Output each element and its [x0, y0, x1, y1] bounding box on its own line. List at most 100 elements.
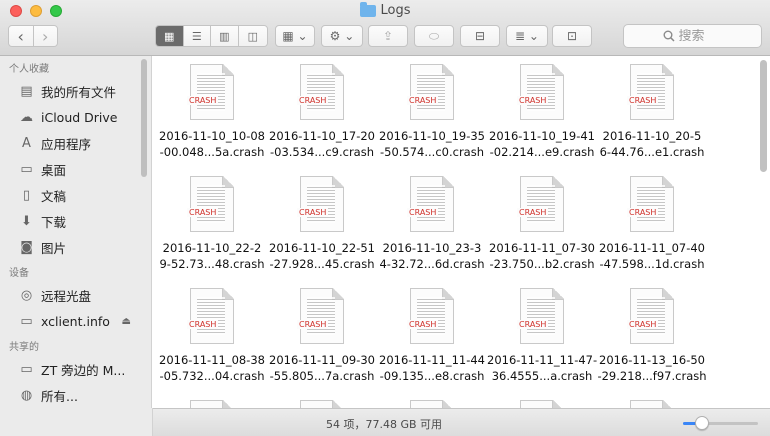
sidebar-section-header: 共享的: [9, 342, 39, 353]
status-bar: 54 项，77.48 GB 可用: [153, 408, 770, 436]
sidebar-item[interactable]: ▤ 我的所有文件: [0, 78, 151, 104]
file-name-line1: 2016-11-10_22-2: [162, 241, 262, 255]
sidebar-item-label: iCloud Drive: [41, 109, 118, 125]
nav-buttons: ‹ ›: [8, 25, 58, 47]
crash-file-icon: CRASH: [627, 288, 674, 344]
file-item[interactable]: [377, 400, 487, 408]
crash-file-icon: CRASH: [407, 288, 454, 344]
sidebar-item[interactable]: ◙ 图片: [0, 234, 151, 260]
finder-window: Logs ‹ › ▦ ☰ ▥ ◫ ▦ ⌄ ⚙ ⌄ ⇪ ⬭ ⊟ ≣ ⌄ ⊡ 搜索 …: [0, 0, 770, 436]
crash-tag: CRASH: [517, 96, 549, 105]
file-item[interactable]: CRASH 2016-11-10_22-2 9-52.73...48.crash: [157, 176, 267, 272]
file-item[interactable]: CRASH 2016-11-10_20-5 6-44.76...e1.crash: [597, 64, 707, 160]
file-item[interactable]: [267, 400, 377, 408]
share-button[interactable]: ⇪: [368, 25, 408, 47]
coverflow-icon: ◫: [247, 29, 258, 43]
file-name-line1: 2016-11-10_19-41: [489, 129, 595, 143]
sidebar-item[interactable]: ☁ iCloud Drive: [0, 104, 151, 130]
file-name-line1: 2016-11-11_09-30: [269, 353, 375, 367]
crash-file-icon: CRASH: [187, 64, 234, 120]
sidebar-item[interactable]: ▭ xclient.info ⏏: [0, 308, 151, 334]
column-view-button[interactable]: ▥: [211, 26, 239, 46]
search-input[interactable]: [678, 28, 723, 44]
file-item[interactable]: [157, 400, 267, 408]
crash-file-icon: [630, 400, 674, 408]
file-item[interactable]: CRASH 2016-11-11_09-30 -55.805...7a.crash: [267, 288, 377, 384]
file-item[interactable]: CRASH 2016-11-11_07-40 -47.598...1d.crash: [597, 176, 707, 272]
page-fold: [222, 400, 234, 408]
text-lines: [527, 73, 555, 111]
crash-file-icon: CRASH: [407, 176, 454, 232]
coverflow-view-button[interactable]: ◫: [238, 26, 267, 46]
file-grid: CRASH 2016-11-10_10-08 -00.048...5a.crash C…: [153, 56, 770, 408]
grid-icon: ▦: [164, 29, 175, 43]
file-name-line1: 2016-11-11_11-44: [379, 353, 485, 367]
arrange-button[interactable]: ▦ ⌄: [275, 25, 315, 47]
sidebar-item-label: 所有...: [41, 388, 78, 404]
search-field[interactable]: [623, 24, 762, 48]
list-view-button[interactable]: ☰: [183, 26, 212, 46]
tag-button[interactable]: ⬭: [414, 25, 454, 47]
applications-icon: A: [22, 135, 31, 151]
pictures-icon: ◙: [20, 239, 33, 255]
file-name-line2: 6-44.76...e1.crash: [599, 145, 705, 159]
sidebar-item[interactable]: ▭ 桌面: [0, 156, 151, 182]
eject-icon[interactable]: ⏏: [122, 316, 131, 327]
sidebar-content: 个人收藏 ▤ 我的所有文件 ☁ iCloud Drive A 应用程序 ▭ 桌面 ▯ 文稿 ⬇ 下载 ◙ 图…: [0, 56, 151, 408]
crash-tag: CRASH: [517, 208, 549, 217]
icon-size-slider[interactable]: [683, 416, 758, 430]
window-title: Logs: [0, 1, 770, 18]
sidebar-item[interactable]: ⬇ 下载: [0, 208, 151, 234]
file-grid-scrollbar[interactable]: [760, 60, 767, 172]
connect-server-button[interactable]: ⊟: [460, 25, 500, 47]
crash-tag: CRASH: [407, 208, 439, 217]
arrange-icon: ▦ ⌄: [282, 29, 308, 43]
sidebar-item-label: 下载: [41, 214, 67, 230]
file-name-line2: -23.750...b2.crash: [489, 257, 595, 271]
icon-view-button[interactable]: ▦: [156, 26, 184, 46]
sidebar-section-header: 设备: [9, 268, 29, 279]
sidebar-item[interactable]: ▯ 文稿: [0, 182, 151, 208]
new-folder-button[interactable]: ⊡: [552, 25, 592, 47]
file-name-line2: 9-52.73...48.crash: [159, 257, 265, 271]
server-icon: ⊟: [474, 29, 486, 43]
status-text: 54 项，77.48 GB 可用: [326, 418, 443, 431]
file-name-line1: 2016-11-10_19-35: [379, 129, 485, 143]
text-lines: [307, 73, 335, 111]
file-item[interactable]: CRASH 2016-11-11_11-47- 36.4555...a.crash: [487, 288, 597, 384]
file-item[interactable]: CRASH 2016-11-10_17-20 -03.534...c9.crash: [267, 64, 377, 160]
file-name-line2: -02.214...e9.crash: [489, 145, 595, 159]
forward-button[interactable]: ›: [33, 26, 57, 46]
sidebar-item-label: xclient.info: [41, 313, 110, 329]
sort-button[interactable]: ≣ ⌄: [506, 25, 548, 47]
file-item[interactable]: CRASH 2016-11-11_11-44 -09.135...e8.crash: [377, 288, 487, 384]
file-item[interactable]: [597, 400, 707, 408]
file-item[interactable]: CRASH 2016-11-10_23-3 4-32.72...6d.crash: [377, 176, 487, 272]
sidebar-item[interactable]: ▭ ZT 旁边的 M...: [0, 356, 151, 382]
crash-tag: CRASH: [187, 320, 219, 329]
file-item[interactable]: CRASH 2016-11-10_10-08 -00.048...5a.crash: [157, 64, 267, 160]
file-item[interactable]: CRASH 2016-11-10_19-35 -50.574...c0.crash: [377, 64, 487, 160]
sidebar: 个人收藏 ▤ 我的所有文件 ☁ iCloud Drive A 应用程序 ▭ 桌面 ▯ 文稿 ⬇ 下载 ◙ 图…: [0, 56, 152, 436]
file-name-line2: -50.574...c0.crash: [379, 145, 485, 159]
file-item[interactable]: CRASH 2016-11-13_16-50 -29.218...f97.crash: [597, 288, 707, 384]
sidebar-item[interactable]: ◎ 远程光盘: [0, 282, 151, 308]
file-item[interactable]: [487, 400, 597, 408]
sidebar-scrollbar[interactable]: [141, 59, 147, 177]
sidebar-item[interactable]: ◍ 所有...: [0, 382, 151, 408]
file-item[interactable]: CRASH 2016-11-10_22-51 -27.928...45.crash: [267, 176, 377, 272]
file-item[interactable]: CRASH 2016-11-11_07-30 -23.750...b2.crash: [487, 176, 597, 272]
file-name-line1: 2016-11-11_11-47-: [487, 353, 598, 367]
sidebar-item-label: 桌面: [41, 162, 67, 178]
back-button[interactable]: ‹: [9, 26, 34, 46]
file-item[interactable]: CRASH 2016-11-10_19-41 -02.214...e9.crash: [487, 64, 597, 160]
toolbar: Logs ‹ › ▦ ☰ ▥ ◫ ▦ ⌄ ⚙ ⌄ ⇪ ⬭ ⊟ ≣ ⌄ ⊡: [0, 0, 770, 56]
text-lines: [417, 73, 445, 111]
file-item[interactable]: CRASH 2016-11-11_08-38 -05.732...04.crash: [157, 288, 267, 384]
icon-size-slider-knob[interactable]: [694, 416, 709, 430]
crash-tag: CRASH: [517, 320, 549, 329]
crash-tag: CRASH: [187, 208, 219, 217]
sidebar-item[interactable]: A 应用程序: [0, 130, 151, 156]
action-button[interactable]: ⚙ ⌄: [321, 25, 363, 47]
crash-file-icon: CRASH: [407, 64, 454, 120]
